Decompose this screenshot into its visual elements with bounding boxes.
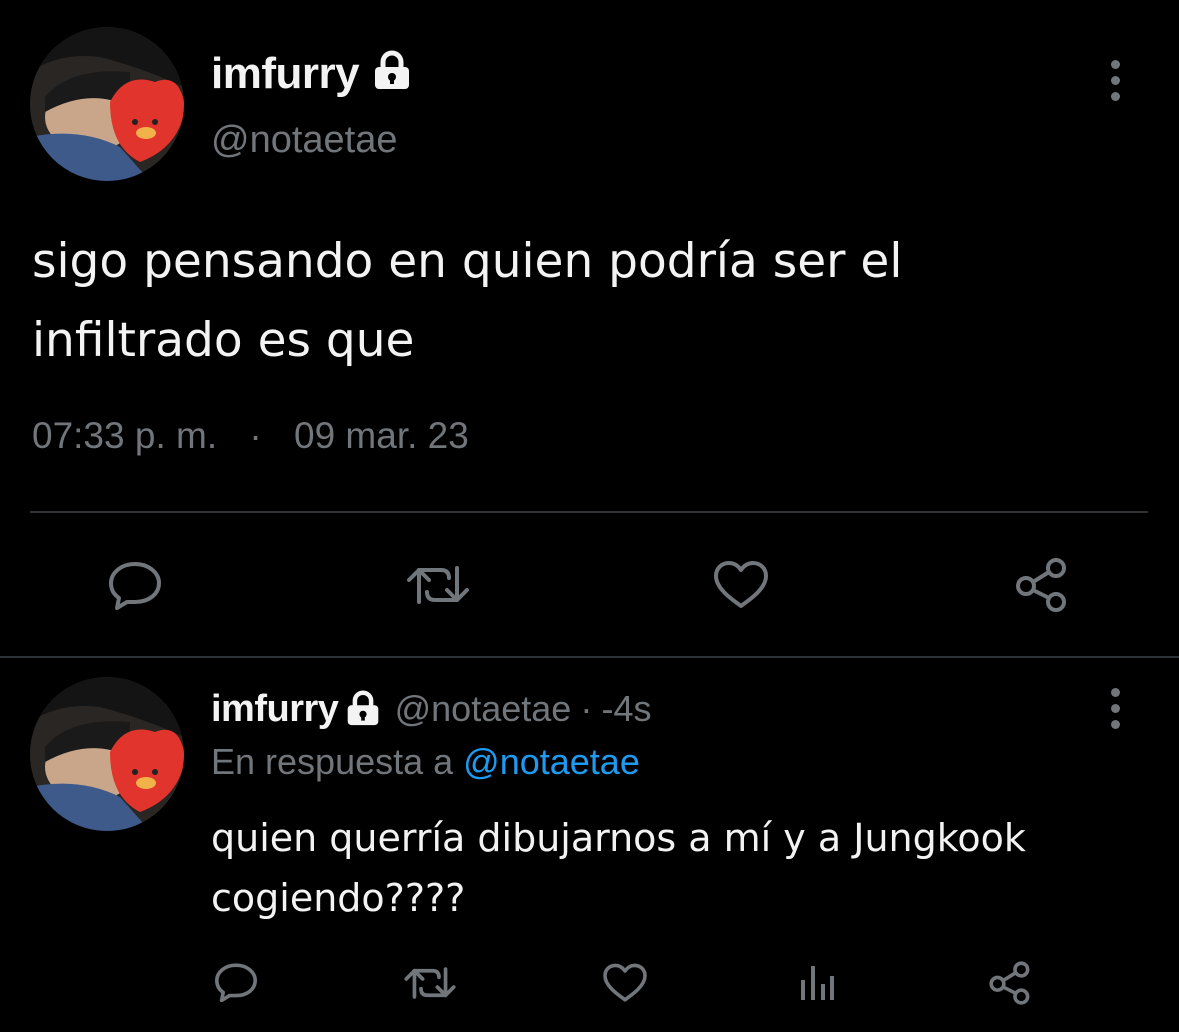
like-icon[interactable] xyxy=(600,963,650,1003)
in-reply-to: En respuesta a @notaetae xyxy=(211,740,640,784)
handle[interactable]: @notaetae xyxy=(211,118,398,162)
in-reply-prefix: En respuesta a xyxy=(211,741,454,782)
analytics-icon[interactable] xyxy=(797,962,837,1002)
display-name[interactable]: imfurry xyxy=(211,48,413,102)
like-icon[interactable] xyxy=(710,560,772,610)
display-name-text[interactable]: imfurry xyxy=(211,49,360,98)
tweet-date[interactable]: 09 mar. 23 xyxy=(294,415,469,456)
meta-separator: · xyxy=(249,415,262,456)
retweet-icon[interactable] xyxy=(403,964,457,1002)
reply-header: imfurry @notaetae · -4s xyxy=(211,686,652,744)
avatar[interactable] xyxy=(30,677,184,831)
share-icon[interactable] xyxy=(988,960,1034,1006)
tweet-age[interactable]: -4s xyxy=(601,688,651,729)
handle[interactable]: @notaetae xyxy=(395,688,572,729)
more-options-icon[interactable] xyxy=(1105,688,1125,729)
lock-icon xyxy=(371,50,413,102)
divider xyxy=(30,511,1148,513)
avatar[interactable] xyxy=(30,27,184,181)
retweet-icon[interactable] xyxy=(405,562,471,608)
divider xyxy=(0,656,1179,658)
tweet-text: sigo pensando en quien podría ser el inf… xyxy=(32,234,903,368)
reply-icon[interactable] xyxy=(105,560,165,610)
tweet-meta: 07:33 p. m. · 09 mar. 23 xyxy=(32,414,469,458)
tweet-text: quien querría dibujarnos a mí y a Jungko… xyxy=(211,816,1026,920)
display-name-text[interactable]: imfurry xyxy=(211,688,339,730)
reply-icon[interactable] xyxy=(212,962,260,1002)
share-icon[interactable] xyxy=(1014,556,1072,614)
tweet-time[interactable]: 07:33 p. m. xyxy=(32,415,217,456)
meta-separator: · xyxy=(580,688,593,729)
more-options-icon[interactable] xyxy=(1105,60,1125,101)
lock-icon xyxy=(344,690,382,744)
in-reply-handle-link[interactable]: @notaetae xyxy=(463,741,640,782)
